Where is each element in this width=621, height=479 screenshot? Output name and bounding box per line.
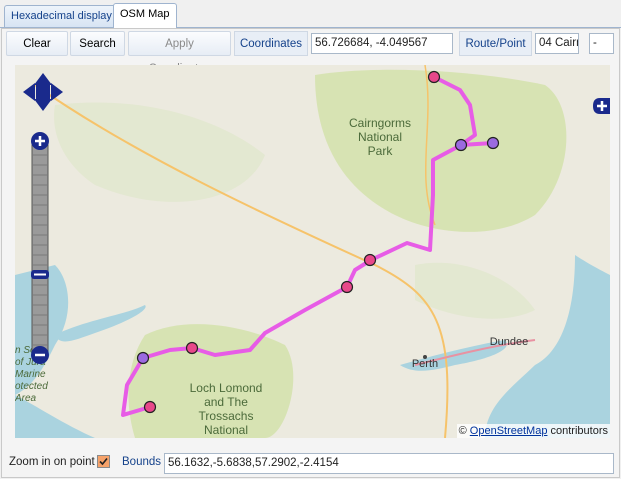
tab-osm-map[interactable]: OSM Map	[113, 3, 177, 28]
route-point-marker	[143, 400, 157, 414]
svg-text:National: National	[358, 130, 402, 144]
clear-map-button[interactable]: Clear map	[6, 31, 68, 75]
route-point-marker	[486, 136, 500, 150]
bounds-label: Bounds	[122, 456, 162, 468]
map-canvas[interactable]: Cairngorms National Park Loch Lomond and…	[15, 65, 610, 438]
search-button[interactable]: Search	[70, 31, 125, 56]
bounds-input[interactable]: 56.1632,-5.6838,57.2902,-2.4154	[164, 453, 614, 474]
svg-text:Loch Lomond: Loch Lomond	[190, 381, 263, 395]
svg-text:Park: Park	[368, 144, 394, 158]
map-attribution: © OpenStreetMap contributors	[456, 424, 610, 438]
coordinates-label: Coordinates	[234, 31, 308, 56]
svg-text:Area: Area	[15, 393, 37, 404]
svg-text:otected: otected	[15, 381, 48, 392]
zoom-control[interactable]	[31, 132, 49, 364]
route-point-marker	[136, 351, 150, 365]
svg-text:Cairngorms: Cairngorms	[349, 116, 411, 130]
svg-text:Trossachs: Trossachs	[199, 409, 254, 423]
osm-map[interactable]: Cairngorms National Park Loch Lomond and…	[15, 65, 610, 438]
perth-label: Perth	[412, 358, 438, 370]
perth-marker	[423, 355, 427, 359]
route-point-input[interactable]: 04 Cairn	[535, 33, 579, 54]
zoom-slider-track[interactable]	[31, 144, 49, 356]
svg-text:National: National	[204, 423, 248, 437]
svg-text:and The: and The	[204, 395, 248, 409]
layer-switcher-icon[interactable]	[593, 98, 610, 114]
route-point-marker	[185, 341, 199, 355]
route-point-label: Route/Point	[459, 31, 532, 56]
openstreetmap-link[interactable]: OpenStreetMap	[470, 425, 548, 437]
svg-text:Marine: Marine	[15, 369, 46, 380]
route-point-marker	[340, 280, 354, 294]
route-point-marker	[454, 138, 468, 152]
attribution-suffix: contributors	[550, 425, 608, 437]
extra-input[interactable]: -	[589, 33, 614, 54]
route-point-marker	[363, 253, 377, 267]
coordinates-input[interactable]: 56.726684, -4.049567	[311, 33, 453, 54]
tab-bar: Hexadecimal display OSM Map	[0, 0, 621, 28]
dundee-label: Dundee	[490, 336, 529, 348]
zoom-in-on-point-label: Zoom in on point	[9, 456, 95, 468]
zoom-in-on-point-checkbox[interactable]	[97, 455, 110, 468]
attribution-prefix: ©	[458, 425, 467, 437]
apply-coordinates-button[interactable]: Apply Coordinates	[128, 31, 231, 75]
check-icon	[99, 457, 108, 466]
route-point-marker	[427, 70, 441, 84]
tab-hexadecimal-display[interactable]: Hexadecimal display	[4, 5, 119, 27]
